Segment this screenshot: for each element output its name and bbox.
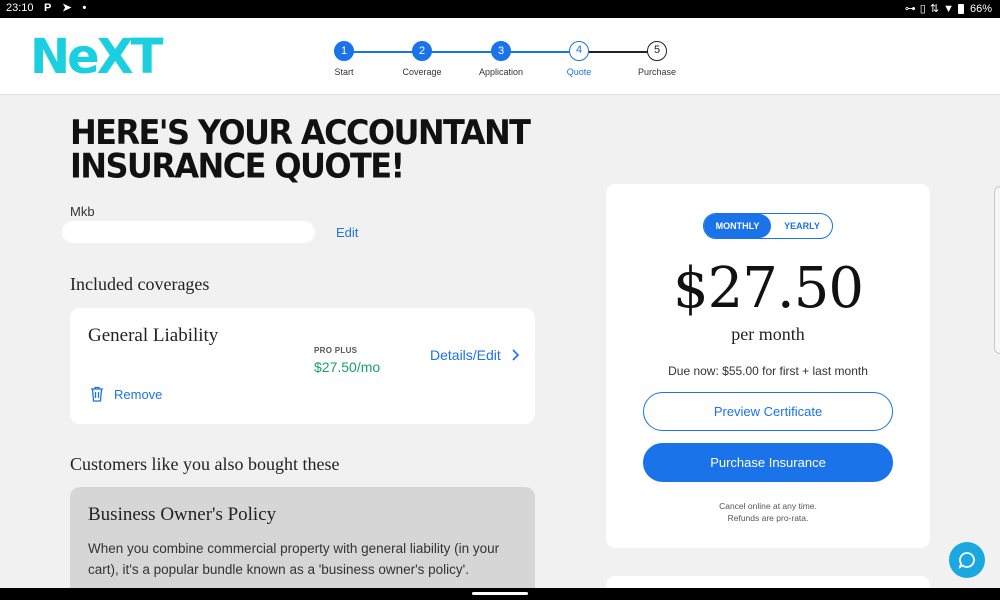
coverage-name: General Liability [88, 325, 219, 346]
remove-label: Remove [114, 386, 163, 402]
preview-certificate-button[interactable]: Preview Certificate [643, 392, 893, 431]
signal-icon: ⇅ [929, 3, 940, 15]
step-label: Start [334, 67, 354, 77]
step-number: 1 [334, 41, 354, 61]
step-number: 4 [569, 41, 589, 61]
status-time: 23:10 [6, 2, 34, 14]
cancel-note-line2: Refunds are pro-rata. [727, 513, 809, 523]
details-edit-label: Details/Edit [430, 347, 501, 363]
quote-panel: MONTHLY YEARLY $27.50 per month Due now:… [606, 184, 930, 548]
step-label: Application [478, 67, 524, 77]
side-drawer-handle[interactable] [994, 186, 1000, 354]
status-right: ⊶ ▯ ⇅ ▼ 66% [904, 2, 992, 16]
redacted-address [62, 221, 315, 243]
battery-icon [957, 3, 964, 14]
site-header: NeXT 1 Start 2 Coverage 3 Application 4 … [0, 18, 1000, 95]
cancel-note-line1: Cancel online at any time. [719, 501, 817, 511]
details-edit-link[interactable]: Details/Edit [430, 347, 520, 363]
bop-description: When you combine commercial property wit… [88, 541, 500, 577]
home-gesture-pill[interactable] [472, 592, 528, 595]
page-title-line1: HERE'S YOUR ACCOUNTANT [70, 112, 531, 153]
step-label: Coverage [402, 67, 442, 77]
yearly-toggle[interactable]: YEARLY [771, 214, 833, 238]
edit-business-link[interactable]: Edit [336, 225, 358, 240]
coverage-tier: PRO PLUS [314, 346, 358, 355]
vibrate-icon: ▯ [919, 3, 926, 15]
coverage-card: General Liability PRO PLUS $27.50/mo Det… [70, 308, 535, 424]
step-number: 5 [647, 41, 667, 61]
key-icon: ⊶ [904, 3, 916, 15]
chevron-right-icon [512, 349, 519, 361]
step-application: 3 Application [471, 41, 531, 77]
chat-button[interactable] [949, 542, 985, 578]
trash-icon [91, 386, 103, 402]
battery-level: 66% [969, 2, 992, 15]
next-logo[interactable]: NeXT [30, 33, 163, 81]
page-title: HERE'S YOUR ACCOUNTANT INSURANCE QUOTE! [70, 112, 531, 186]
bop-title: Business Owner's Policy [88, 504, 277, 525]
wifi-icon: ▼ [943, 2, 954, 15]
step-label: Purchase [637, 67, 677, 77]
also-bought-heading: Customers like you also bought these [70, 454, 340, 474]
step-start: 1 Start [314, 41, 374, 77]
billing-toggle: MONTHLY YEARLY [703, 213, 833, 239]
included-coverages-heading: Included coverages [70, 274, 210, 294]
step-label: Quote [566, 67, 592, 77]
due-now-text: Due now: $55.00 for first + last month [668, 364, 868, 378]
page-title-line2: INSURANCE QUOTE! [70, 145, 405, 186]
notification-icons: P ➤ • [44, 2, 91, 14]
step-quote: 4 Quote [549, 41, 609, 77]
coverage-price: $27.50/mo [314, 359, 381, 375]
step-number: 2 [412, 41, 432, 61]
status-bar: 23:10 P ➤ • ⊶ ▯ ⇅ ▼ 66% [0, 0, 1000, 18]
progress-stepper: 1 Start 2 Coverage 3 Application 4 Quote… [320, 41, 680, 81]
business-name: Mkb [70, 204, 95, 219]
step-coverage: 2 Coverage [392, 41, 452, 77]
bop-card[interactable]: Business Owner's Policy When you combine… [70, 487, 535, 600]
remove-coverage-button[interactable]: Remove [90, 386, 162, 402]
cancellation-note: Cancel online at any time. Refunds are p… [606, 500, 930, 524]
purchase-insurance-button[interactable]: Purchase Insurance [643, 443, 893, 482]
chat-bubble-icon [958, 552, 975, 569]
quote-price: $27.50 [673, 256, 864, 321]
system-nav-bar [0, 588, 1000, 600]
stepper-line-complete [344, 51, 580, 53]
step-purchase: 5 Purchase [627, 41, 687, 77]
step-number: 3 [491, 41, 511, 61]
quote-period: per month [731, 324, 805, 344]
monthly-toggle[interactable]: MONTHLY [704, 214, 771, 238]
